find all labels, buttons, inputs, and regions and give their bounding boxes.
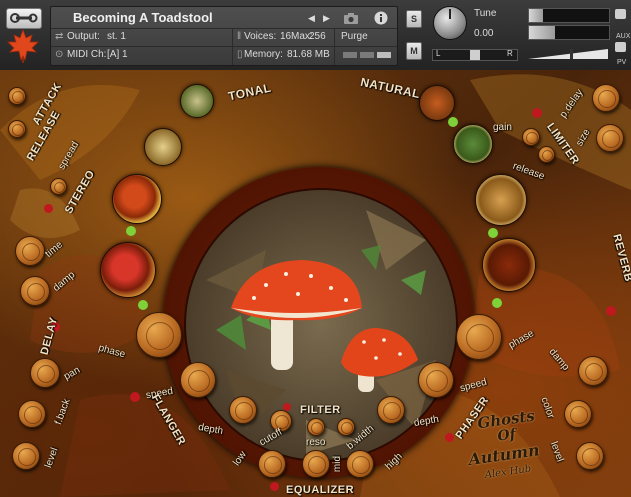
volume-slider[interactable] [528, 47, 608, 59]
eq-mid-label: mid [332, 455, 344, 473]
next-instrument-arrow-icon[interactable]: ▶ [323, 12, 330, 24]
delay-pan-knob[interactable] [30, 358, 60, 388]
midi-icon: ⊙ [55, 49, 64, 60]
mute-button[interactable]: M [406, 42, 422, 60]
filter-reso-label: reso [306, 437, 326, 448]
memory-label: Memory: [244, 49, 283, 60]
eq-low-knob[interactable] [258, 450, 286, 478]
logo-line-2: Of [496, 426, 517, 445]
equalizer-label: EQUALIZER [286, 484, 355, 496]
eq-high-knob[interactable] [346, 450, 374, 478]
purge-label[interactable]: Purge [341, 31, 368, 43]
limiter-gain-knob[interactable] [522, 128, 540, 146]
delay-level-knob[interactable] [12, 442, 40, 470]
instrument-title: Becoming A Toadstool [73, 10, 213, 25]
memory-value: 81.68 MB [287, 49, 330, 60]
voices-icon: ‖ [237, 31, 242, 42]
attack-knob[interactable] [8, 87, 26, 105]
source-led[interactable] [126, 226, 136, 236]
tune-value: 0.00 [474, 28, 494, 39]
source-led[interactable] [492, 298, 502, 308]
eq-mid-knob[interactable] [302, 450, 330, 478]
mushroom-source-ring[interactable] [482, 238, 536, 292]
purge-indicator [360, 52, 374, 58]
memory-icon: ▯ [237, 49, 243, 60]
flanger-power-led[interactable] [130, 392, 140, 402]
mushroom-source-ring[interactable] [100, 242, 156, 298]
phaser-speed-knob[interactable] [418, 362, 454, 398]
camera-icon[interactable] [343, 12, 359, 24]
logo-author: Alex Hub [484, 463, 532, 481]
prev-instrument-arrow-icon[interactable]: ◀ [308, 12, 315, 24]
voices-value: 16 [280, 31, 292, 42]
flanger-depth-knob[interactable] [229, 396, 257, 424]
mushroom-source-ring[interactable] [144, 128, 182, 166]
aux-button[interactable] [615, 42, 626, 52]
phaser-level-knob[interactable] [576, 442, 604, 470]
instrument-panel: ATTACK RELEASE spread STEREO time damp D… [0, 70, 631, 497]
equalizer-power-led[interactable] [270, 482, 279, 491]
midi-channel-label: MIDI Ch: [67, 49, 107, 60]
pv-label: PV [617, 59, 627, 66]
instrument-info-panel: Becoming A Toadstool ◀ ▶ ⇄ Output: st. 1… [50, 6, 398, 66]
pan-handle[interactable] [470, 50, 480, 60]
mushroom-source-ring[interactable] [180, 84, 214, 118]
delay-damp-knob[interactable] [20, 276, 50, 306]
mushroom-source-ring[interactable] [112, 174, 162, 224]
max-voices-value[interactable]: 256 [309, 31, 326, 43]
phaser-depth-knob[interactable] [377, 396, 405, 424]
source-led[interactable] [138, 300, 148, 310]
reverb-power-led[interactable] [606, 306, 616, 316]
purge-indicator [343, 52, 357, 58]
filter-reso-knob[interactable] [307, 418, 325, 436]
mushroom-source-ring[interactable] [419, 85, 455, 121]
info-icon[interactable] [374, 11, 388, 25]
delay-time-knob[interactable] [15, 236, 45, 266]
maple-leaf-logo-icon [7, 28, 39, 63]
phaser-damp-knob[interactable] [578, 356, 608, 386]
limiter-pdelay-knob[interactable] [592, 84, 620, 112]
ghosts-of-autumn-logo: Ghosts Of Autumn Alex Hub [457, 403, 568, 497]
tune-label: Tune [474, 8, 497, 19]
mushroom-source-ring[interactable] [475, 174, 527, 226]
solo-button[interactable]: S [406, 10, 422, 28]
reverb-mix-knob[interactable] [456, 314, 502, 360]
pan-left-label: L [436, 49, 441, 58]
filter-label: FILTER [300, 404, 341, 416]
limiter-gain-label: gain [493, 122, 512, 133]
purge-indicator [377, 52, 391, 58]
reverb-size-knob[interactable] [596, 124, 624, 152]
output-value[interactable]: st. 1 [107, 31, 126, 43]
tune-knob[interactable] [433, 6, 467, 40]
mushroom-source-ring[interactable] [453, 124, 493, 164]
release-knob[interactable] [8, 120, 26, 138]
close-instrument-button[interactable] [615, 9, 626, 19]
voices-label: Voices: [244, 31, 277, 42]
phaser-color-knob[interactable] [564, 400, 592, 428]
limiter-power-led[interactable] [532, 108, 542, 118]
delay-feedback-knob[interactable] [18, 400, 46, 428]
stereo-power-led[interactable] [44, 204, 53, 213]
limiter-release-knob[interactable] [538, 146, 555, 163]
volume-meter [528, 8, 610, 40]
pan-slider[interactable]: L R [432, 49, 518, 61]
source-led[interactable] [488, 228, 498, 238]
wrench-icon [10, 13, 38, 23]
flanger-speed-knob[interactable] [180, 362, 216, 398]
midi-channel-value[interactable]: [A] 1 [107, 49, 128, 61]
pan-right-label: R [507, 49, 513, 58]
output-label: Output: [67, 31, 100, 42]
filter-bwidth-knob[interactable] [337, 418, 355, 436]
instrument-header: Becoming A Toadstool ◀ ▶ ⇄ Output: st. 1… [0, 0, 631, 71]
output-icon: ⇄ [55, 31, 64, 42]
kontakt-instrument-window: Becoming A Toadstool ◀ ▶ ⇄ Output: st. 1… [0, 0, 631, 497]
delay-mix-knob[interactable] [136, 312, 182, 358]
spread-knob[interactable] [50, 178, 67, 195]
source-led[interactable] [448, 117, 458, 127]
wrench-button[interactable] [6, 8, 42, 29]
